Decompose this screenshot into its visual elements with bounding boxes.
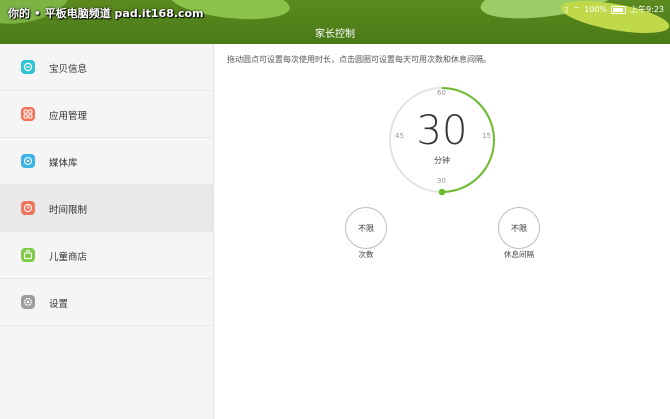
vibrate-icon: ▯ — [564, 5, 569, 14]
battery-icon — [611, 5, 627, 14]
baby-info-icon — [21, 60, 35, 74]
store-icon — [21, 248, 35, 262]
battery-percent: 100% — [584, 5, 608, 14]
sidebar-item-label: 设置 — [49, 299, 69, 310]
rest-interval-caption: 休息间隔 — [504, 250, 534, 259]
sidebar-item-settings[interactable]: 设置 — [0, 279, 213, 326]
dial-drag-handle[interactable] — [438, 188, 446, 196]
gear-icon — [21, 295, 35, 309]
dial-unit: 分钟 — [434, 156, 450, 165]
sidebar: 宝贝信息 应用管理 媒体库 时间限制 儿童商店 设置 — [0, 44, 214, 419]
dial-tick-top: 60 — [437, 89, 446, 97]
clock-icon — [21, 201, 35, 215]
daily-count-button[interactable]: 不限 — [345, 207, 387, 249]
daily-count-caption: 次数 — [358, 250, 374, 259]
sidebar-item-app-management[interactable]: 应用管理 — [0, 91, 213, 138]
sidebar-item-media-library[interactable]: 媒体库 — [0, 138, 213, 185]
sidebar-item-label: 应用管理 — [49, 111, 88, 122]
sidebar-item-label: 儿童商店 — [49, 252, 88, 263]
apps-icon — [21, 107, 35, 121]
sidebar-item-label: 时间限制 — [49, 205, 88, 216]
sidebar-item-label: 宝贝信息 — [49, 64, 88, 75]
status-bar: 你的 • 平板电脑频道 pad.it168.com ▯ ⌔ 100% 上午9:2… — [0, 2, 670, 21]
sidebar-item-baby-info[interactable]: 宝贝信息 — [0, 44, 213, 91]
rest-interval-button[interactable]: 不限 — [498, 207, 540, 249]
system-indicators: ▯ ⌔ 100% 上午9:23 — [564, 4, 664, 15]
app-header: 你的 • 平板电脑频道 pad.it168.com ▯ ⌔ 100% 上午9:2… — [0, 0, 670, 44]
watermark-text: 你的 • 平板电脑频道 pad.it168.com — [8, 7, 204, 20]
dial-tick-bottom: 30 — [437, 177, 446, 185]
page-title: 家长控制 — [315, 29, 355, 40]
instruction-text: 拖动圆点可设置每次使用时长，点击圆圈可设置每天可用次数和休息间隔。 — [227, 55, 491, 64]
dial-value: 30 — [416, 108, 468, 154]
sidebar-item-label: 媒体库 — [49, 158, 78, 169]
sidebar-item-time-limit[interactable]: 时间限制 — [0, 185, 213, 232]
media-icon — [21, 154, 35, 168]
clock-time: 上午9:23 — [630, 5, 664, 14]
sidebar-item-kids-store[interactable]: 儿童商店 — [0, 232, 213, 279]
wifi-icon: ⌔ — [572, 4, 581, 14]
